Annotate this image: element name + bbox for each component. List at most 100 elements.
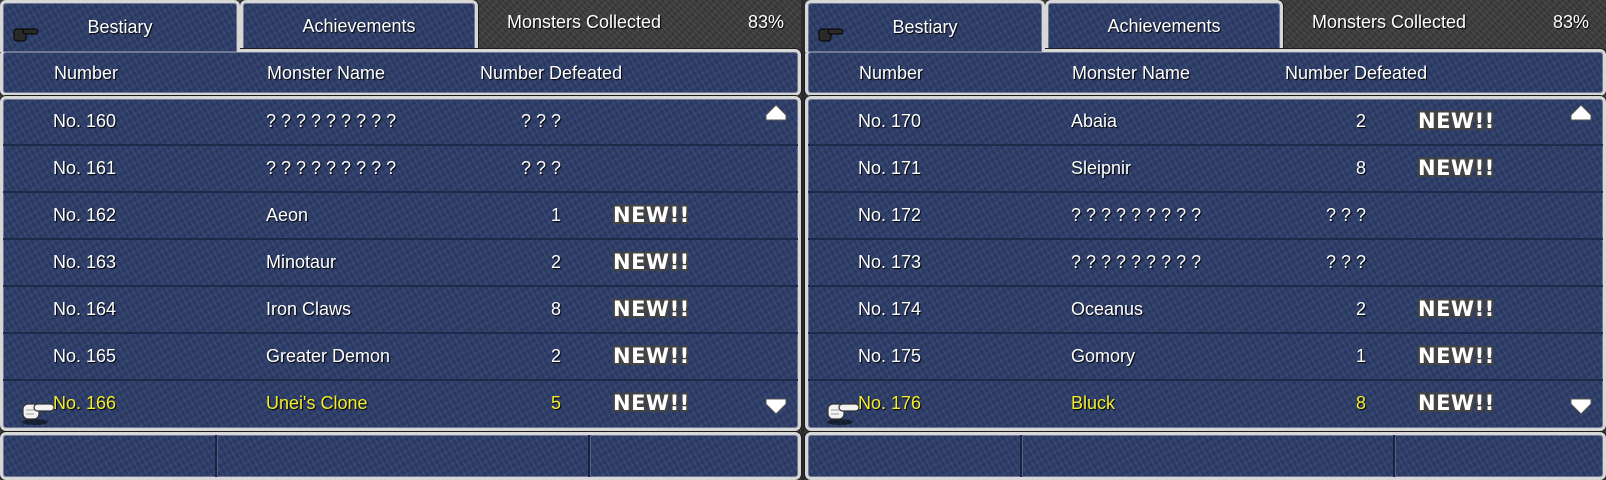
- row-number: No. 175: [858, 346, 922, 366]
- new-badge: NEW!!: [1418, 391, 1495, 415]
- list-item[interactable]: No. 170 Abaia 2 NEW!!: [808, 99, 1603, 146]
- row-number: No. 176: [858, 393, 922, 413]
- row-monster-name: Greater Demon: [266, 346, 391, 366]
- column-header-bar: Number Monster Name Number Defeated: [805, 49, 1606, 96]
- tab-bestiary[interactable]: Bestiary: [0, 0, 240, 52]
- header-number-defeated: Number Defeated: [480, 63, 623, 83]
- row-defeated-count: 8: [550, 299, 561, 319]
- row-monster-name: Abaia: [1071, 111, 1118, 131]
- row-monster-name: Bluck: [1071, 393, 1116, 413]
- row-defeated-count: 8: [1355, 158, 1366, 178]
- header-number-defeated: Number Defeated: [1285, 63, 1428, 83]
- monsters-collected-percent: 83%: [748, 12, 785, 32]
- triangle-down-icon[interactable]: [764, 396, 788, 416]
- list-item[interactable]: No. 160 ? ? ? ? ? ? ? ? ? ? ? ?: [3, 99, 798, 146]
- monster-list[interactable]: No. 170 Abaia 2 NEW!! No. 171 Sleipnir 8…: [805, 96, 1606, 431]
- new-badge: NEW!!: [1418, 344, 1495, 368]
- row-number: No. 172: [858, 205, 922, 225]
- list-item-selected[interactable]: No. 176 Bluck 8 NEW!!: [808, 381, 1603, 428]
- row-monster-name: ? ? ? ? ? ? ? ? ?: [1071, 205, 1202, 225]
- row-monster-name: Oceanus: [1071, 299, 1144, 319]
- row-monster-name: ? ? ? ? ? ? ? ? ?: [1071, 252, 1202, 272]
- row-defeated-count: ? ? ?: [1325, 205, 1366, 225]
- monsters-collected-label: Monsters Collected: [507, 12, 662, 32]
- row-number: No. 166: [53, 393, 117, 413]
- footer-divider: [1020, 435, 1022, 477]
- monsters-collected-label: Monsters Collected: [1312, 12, 1467, 32]
- row-monster-name: Sleipnir: [1071, 158, 1132, 178]
- triangle-up-icon[interactable]: [1569, 103, 1593, 123]
- new-badge: NEW!!: [1418, 156, 1495, 180]
- bestiary-panel-left: Bestiary Achievements Monsters Collected…: [0, 0, 801, 480]
- triangle-down-icon[interactable]: [1569, 396, 1593, 416]
- footer-bar: [805, 432, 1606, 480]
- row-number: No. 174: [858, 299, 922, 319]
- row-defeated-count: 1: [1355, 346, 1366, 366]
- row-number: No. 173: [858, 252, 922, 272]
- row-defeated-count: 2: [1355, 111, 1366, 131]
- new-badge: NEW!!: [1418, 297, 1495, 321]
- row-defeated-count: 2: [1355, 299, 1366, 319]
- list-item[interactable]: No. 172 ? ? ? ? ? ? ? ? ? ? ? ?: [808, 193, 1603, 240]
- row-number: No. 163: [53, 252, 117, 272]
- new-badge: NEW!!: [613, 250, 690, 274]
- row-defeated-count: 8: [1355, 393, 1366, 413]
- row-monster-name: ? ? ? ? ? ? ? ? ?: [266, 111, 397, 131]
- bestiary-panel-right: Bestiary Achievements Monsters Collected…: [805, 0, 1606, 480]
- footer-divider: [1393, 435, 1395, 477]
- row-number: No. 165: [53, 346, 117, 366]
- row-defeated-count: 2: [550, 346, 561, 366]
- header-number: Number: [54, 63, 119, 83]
- footer-divider: [215, 435, 217, 477]
- row-number: No. 160: [53, 111, 117, 131]
- row-monster-name: ? ? ? ? ? ? ? ? ?: [266, 158, 397, 178]
- tab-achievements-label: Achievements: [1107, 15, 1221, 36]
- new-badge: NEW!!: [1418, 109, 1495, 133]
- list-item[interactable]: No. 175 Gomory 1 NEW!!: [808, 334, 1603, 381]
- pointing-hand-icon: [827, 403, 860, 425]
- list-item[interactable]: No. 162 Aeon 1 NEW!!: [3, 193, 798, 240]
- footer-bar: [0, 432, 801, 480]
- row-defeated-count: ? ? ?: [520, 158, 561, 178]
- pointing-hand-icon: [13, 28, 39, 42]
- row-defeated-count: 2: [550, 252, 561, 272]
- triangle-up-icon[interactable]: [764, 103, 788, 123]
- tab-bestiary[interactable]: Bestiary: [805, 0, 1045, 52]
- tab-achievements[interactable]: Achievements: [1045, 0, 1283, 49]
- monster-list[interactable]: No. 160 ? ? ? ? ? ? ? ? ? ? ? ? No. 161 …: [0, 96, 801, 431]
- list-item[interactable]: No. 161 ? ? ? ? ? ? ? ? ? ? ? ?: [3, 146, 798, 193]
- list-item[interactable]: No. 163 Minotaur 2 NEW!!: [3, 240, 798, 287]
- tab-achievements[interactable]: Achievements: [240, 0, 478, 49]
- header-monster-name: Monster Name: [267, 63, 386, 83]
- pointing-hand-icon: [818, 28, 844, 42]
- row-monster-name: Aeon: [266, 205, 309, 225]
- row-number: No. 171: [858, 158, 922, 178]
- row-defeated-count: ? ? ?: [1325, 252, 1366, 272]
- list-item[interactable]: No. 171 Sleipnir 8 NEW!!: [808, 146, 1603, 193]
- row-defeated-count: 1: [550, 205, 561, 225]
- row-defeated-count: ? ? ?: [520, 111, 561, 131]
- row-number: No. 161: [53, 158, 117, 178]
- header-number: Number: [859, 63, 924, 83]
- row-defeated-count: 5: [550, 393, 561, 413]
- new-badge: NEW!!: [613, 203, 690, 227]
- new-badge: NEW!!: [613, 344, 690, 368]
- row-monster-name: Iron Claws: [266, 299, 352, 319]
- list-item[interactable]: No. 165 Greater Demon 2 NEW!!: [3, 334, 798, 381]
- row-monster-name: Unei's Clone: [266, 393, 368, 413]
- new-badge: NEW!!: [613, 391, 690, 415]
- monsters-collected-percent: 83%: [1553, 12, 1590, 32]
- tab-bestiary-label: Bestiary: [892, 17, 958, 37]
- footer-divider: [588, 435, 590, 477]
- list-item-selected[interactable]: No. 166 Unei's Clone 5 NEW!!: [3, 381, 798, 428]
- row-monster-name: Minotaur: [266, 252, 337, 272]
- list-item[interactable]: No. 174 Oceanus 2 NEW!!: [808, 287, 1603, 334]
- column-header-bar: Number Monster Name Number Defeated: [0, 49, 801, 96]
- header-monster-name: Monster Name: [1072, 63, 1191, 83]
- new-badge: NEW!!: [613, 297, 690, 321]
- row-number: No. 162: [53, 205, 117, 225]
- list-item[interactable]: No. 164 Iron Claws 8 NEW!!: [3, 287, 798, 334]
- tab-bestiary-label: Bestiary: [87, 17, 153, 37]
- pointing-hand-icon: [22, 403, 55, 425]
- list-item[interactable]: No. 173 ? ? ? ? ? ? ? ? ? ? ? ?: [808, 240, 1603, 287]
